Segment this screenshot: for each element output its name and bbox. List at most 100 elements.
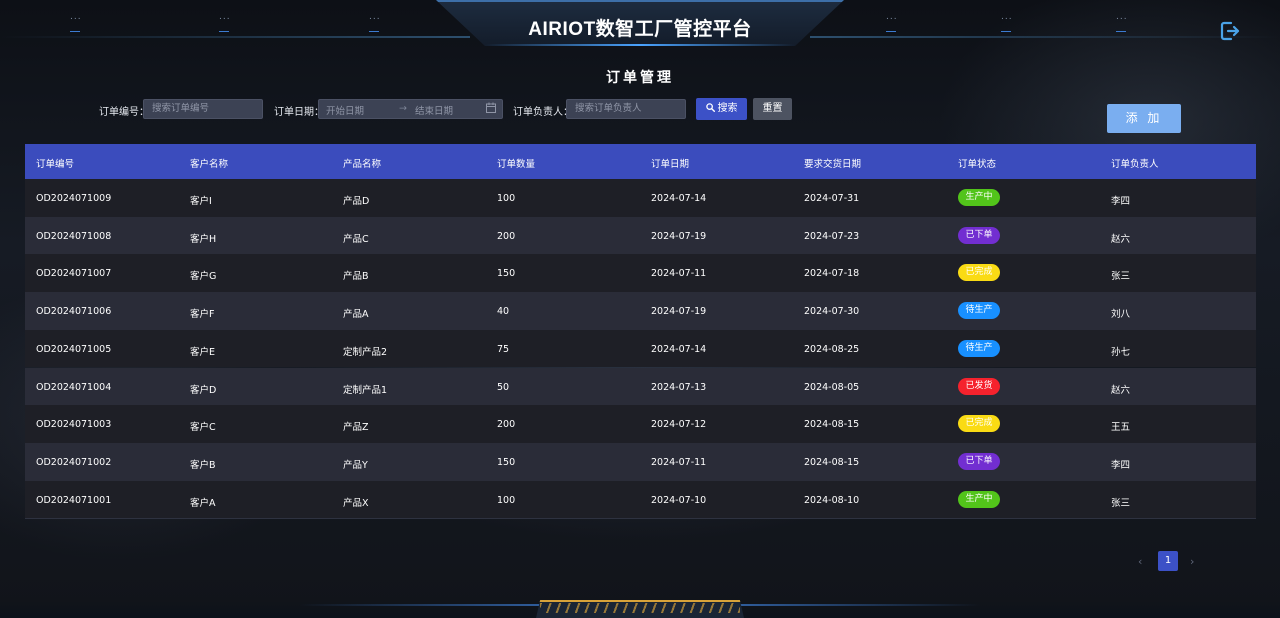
add-button[interactable]: 添 加 bbox=[1107, 104, 1181, 133]
top-header-bar: ... ... ... ... ... ... AIRIOT数智工厂管控平台 bbox=[0, 0, 1280, 50]
status-badge: 待生产 bbox=[958, 339, 1000, 357]
end-date-input[interactable]: 结束日期 bbox=[415, 103, 453, 117]
column-header: 订单日期 bbox=[651, 159, 690, 170]
status-badge: 已完成 bbox=[958, 415, 1000, 433]
table-cell-due-date: 2024-07-31 bbox=[804, 193, 860, 204]
pagination-prev-icon[interactable]: ‹ bbox=[1138, 555, 1142, 568]
table-cell-due-date: 2024-07-23 bbox=[804, 230, 860, 242]
header-dash bbox=[70, 31, 80, 32]
table-cell-order-no: OD2024071007 bbox=[36, 268, 112, 280]
status-badge: 已下单 bbox=[958, 226, 1000, 244]
page-title: 订单管理 bbox=[606, 70, 674, 86]
table-cell-product: 产品Y bbox=[343, 459, 368, 471]
table-cell-order-no: OD2024071008 bbox=[36, 230, 112, 242]
search-icon bbox=[705, 99, 715, 121]
search-button[interactable]: 搜索 bbox=[696, 98, 747, 120]
table-cell-order-date: 2024-07-10 bbox=[651, 494, 707, 506]
header-dash bbox=[1116, 31, 1126, 32]
table-cell-due-date: 2024-08-15 bbox=[804, 419, 860, 431]
table-cell-owner: 张三 bbox=[1111, 271, 1131, 283]
order-no-label: 订单编号： bbox=[99, 107, 149, 118]
table-cell-qty: 100 bbox=[497, 193, 516, 204]
column-header: 产品名称 bbox=[343, 159, 382, 170]
status-badge: 已完成 bbox=[958, 264, 1000, 282]
table-row[interactable]: OD2024071008 客户H 产品C 200 2024-07-19 2024-07-2… bbox=[25, 216, 1256, 255]
order-date-range-picker[interactable]: 开始日期 → 结束日期 bbox=[318, 99, 503, 119]
status-badge: 生产中 bbox=[958, 490, 1000, 508]
table-cell-product: 产品Z bbox=[343, 422, 369, 434]
table-cell-customer: 客户E bbox=[190, 346, 216, 358]
table-cell-order-no: OD2024071001 bbox=[36, 494, 112, 506]
table-cell-order-no: OD2024071009 bbox=[36, 193, 112, 204]
header-dots: ... bbox=[1116, 12, 1128, 22]
header-dots: ... bbox=[70, 12, 82, 22]
column-header: 订单状态 bbox=[958, 159, 997, 170]
header-dots: ... bbox=[369, 12, 381, 22]
status-badge: 已发货 bbox=[958, 377, 1000, 395]
table-cell-order-no: OD2024071006 bbox=[36, 306, 112, 318]
logout-icon[interactable] bbox=[1219, 20, 1241, 42]
header-dots: ... bbox=[886, 12, 898, 22]
table-cell-customer: 客户F bbox=[190, 309, 215, 321]
status-badge: 待生产 bbox=[958, 302, 1000, 320]
reset-button[interactable]: 重置 bbox=[753, 98, 792, 120]
table-cell-product: 产品D bbox=[343, 196, 370, 207]
table-cell-order-date: 2024-07-13 bbox=[651, 381, 707, 393]
table-cell-order-date: 2024-07-11 bbox=[651, 268, 707, 280]
header-dots: ... bbox=[1001, 12, 1013, 22]
table-cell-owner: 李四 bbox=[1111, 459, 1131, 471]
column-header: 要求交货日期 bbox=[804, 159, 862, 170]
header-dash bbox=[1001, 31, 1011, 32]
header-dash bbox=[886, 31, 896, 32]
table-row[interactable]: OD2024071007 客户G 产品B 150 2024-07-11 2024-07-1… bbox=[25, 254, 1256, 293]
table-cell-order-no: OD2024071003 bbox=[36, 419, 112, 431]
order-no-input[interactable]: 搜索订单编号 bbox=[143, 99, 263, 119]
table-cell-product: 定制产品2 bbox=[343, 346, 388, 358]
table-cell-product: 产品X bbox=[343, 497, 369, 509]
table-cell-due-date: 2024-08-05 bbox=[804, 381, 860, 393]
table-cell-owner: 刘八 bbox=[1111, 309, 1131, 321]
table-cell-qty: 40 bbox=[497, 306, 510, 318]
table-cell-customer: 客户D bbox=[190, 384, 217, 396]
table-cell-qty: 200 bbox=[497, 230, 516, 242]
orders-table: 订单编号 客户名称 产品名称 订单数量 订单日期 要求交货日期 订单状态 订单负… bbox=[25, 144, 1256, 519]
order-date-label: 订单日期： bbox=[274, 107, 324, 118]
table-cell-order-date: 2024-07-12 bbox=[651, 419, 707, 431]
table-cell-customer: 客户I bbox=[190, 196, 212, 207]
table-cell-customer: 客户B bbox=[190, 459, 216, 471]
table-row[interactable]: OD2024071003 客户C 产品Z 200 2024-07-12 2024-08-1… bbox=[25, 405, 1256, 443]
footer-decoration bbox=[0, 600, 1280, 618]
start-date-input[interactable]: 开始日期 bbox=[326, 103, 364, 117]
column-header: 订单负责人 bbox=[1111, 159, 1159, 170]
status-badge: 生产中 bbox=[958, 189, 1000, 206]
table-cell-customer: 客户C bbox=[190, 422, 216, 434]
table-cell-order-date: 2024-07-19 bbox=[651, 230, 707, 242]
table-row[interactable]: OD2024071005 客户E 定制产品2 75 2024-07-14 2024-08-… bbox=[25, 329, 1256, 368]
table-cell-order-date: 2024-07-14 bbox=[651, 193, 707, 204]
table-cell-qty: 75 bbox=[497, 343, 510, 355]
table-cell-customer: 客户G bbox=[190, 271, 217, 283]
table-row[interactable]: OD2024071009 客户I 产品D 100 2024-07-14 2024-07-3… bbox=[25, 179, 1256, 217]
table-cell-qty: 100 bbox=[497, 494, 516, 506]
pagination-page-current[interactable]: 1 bbox=[1158, 551, 1178, 571]
table-row[interactable]: OD2024071002 客户B 产品Y 150 2024-07-11 2024-08-1… bbox=[25, 442, 1256, 481]
header-right-line bbox=[810, 36, 1280, 38]
table-row[interactable]: OD2024071004 客户D 定制产品1 50 2024-07-13 2024-08-… bbox=[25, 367, 1256, 406]
table-cell-due-date: 2024-07-18 bbox=[804, 268, 860, 280]
table-row[interactable]: OD2024071001 客户A 产品X 100 2024-07-10 2024-08-1… bbox=[25, 480, 1256, 519]
table-cell-due-date: 2024-08-10 bbox=[804, 494, 860, 506]
app-title: AIRIOT数智工厂管控平台 bbox=[528, 19, 752, 40]
table-row[interactable]: OD2024071006 客户F 产品A 40 2024-07-19 2024-07-30… bbox=[25, 292, 1256, 330]
table-cell-product: 产品A bbox=[343, 309, 369, 321]
table-cell-qty: 50 bbox=[497, 381, 510, 393]
calendar-icon bbox=[486, 102, 496, 117]
table-cell-order-no: OD2024071002 bbox=[36, 456, 112, 468]
table-cell-qty: 150 bbox=[497, 268, 516, 280]
header-left-line bbox=[0, 36, 470, 38]
pagination-next-icon[interactable]: › bbox=[1190, 555, 1194, 568]
owner-input[interactable]: 搜索订单负责人 bbox=[566, 99, 686, 119]
table-cell-due-date: 2024-08-25 bbox=[804, 343, 860, 355]
table-cell-qty: 150 bbox=[497, 456, 516, 468]
table-cell-order-date: 2024-07-11 bbox=[651, 456, 707, 468]
table-cell-owner: 孙七 bbox=[1111, 346, 1131, 358]
